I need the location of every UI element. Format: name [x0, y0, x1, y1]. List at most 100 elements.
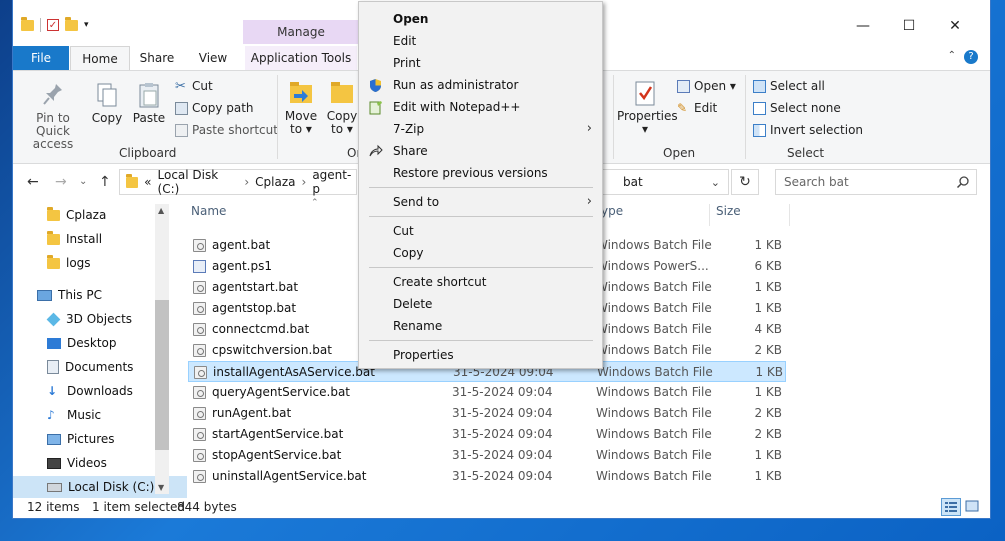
nav-item-3d-objects[interactable]: 3D Objects — [13, 308, 132, 330]
nav-item-cplaza[interactable]: Cplaza — [13, 204, 106, 226]
scroll-down-icon[interactable]: ▼ — [158, 483, 164, 492]
scroll-up-icon[interactable]: ▲ — [158, 206, 164, 215]
navigation-scrollbar[interactable]: ▲ ▼ — [155, 204, 169, 494]
nav-item-install[interactable]: Install — [13, 228, 102, 250]
nav-item-music[interactable]: ♪ Music — [13, 404, 101, 426]
move-to-label1: Move — [284, 109, 318, 123]
menu-item-edit[interactable]: Edit — [359, 30, 602, 52]
menu-properties-label: Properties — [393, 348, 454, 362]
tab-share[interactable]: Share — [133, 46, 181, 70]
nav-item-this-pc[interactable]: This PC — [13, 284, 102, 306]
close-button[interactable]: ✕ — [932, 18, 978, 34]
edit-button[interactable]: ✎ Edit — [677, 101, 717, 115]
breadcrumb-current-folder[interactable]: bat — [623, 175, 643, 189]
pin-to-quick-access-button[interactable]: Pin to Quick access — [19, 81, 87, 151]
customize-toolbar-icon[interactable]: ▾ — [84, 20, 89, 30]
open-icon — [677, 79, 690, 93]
address-dropdown-chevron-icon[interactable]: ⌄ — [711, 176, 720, 189]
invert-selection-button[interactable]: Invert selection — [753, 123, 863, 137]
properties-check-icon[interactable]: ✓ — [47, 19, 59, 31]
help-icon[interactable]: ? — [964, 50, 978, 64]
search-box[interactable]: Search bat — [775, 169, 977, 195]
menu-item-7zip[interactable]: 7-Zip › — [359, 118, 602, 140]
tab-file[interactable]: File — [13, 46, 69, 70]
menu-item-share[interactable]: Share — [359, 140, 602, 162]
nav-item-documents[interactable]: Documents — [13, 356, 133, 378]
computer-icon — [37, 289, 52, 301]
pin-label-line2: access — [32, 137, 74, 151]
column-divider[interactable] — [789, 204, 790, 226]
menu-7zip-label: 7-Zip — [393, 122, 425, 136]
maximize-button[interactable]: ☐ — [886, 18, 932, 34]
breadcrumb-cplaza[interactable]: Cplaza — [255, 175, 295, 189]
nav-item-logs[interactable]: logs — [13, 252, 91, 274]
properties-button[interactable]: Properties ▾ — [617, 79, 678, 136]
new-folder-icon[interactable] — [65, 16, 78, 31]
refresh-button[interactable]: ↻ — [731, 169, 759, 195]
menu-item-edit-with-notepadpp[interactable]: Edit with Notepad++ — [359, 96, 602, 118]
menu-item-rename[interactable]: Rename — [359, 315, 602, 337]
back-arrow-icon[interactable]: ← — [27, 174, 39, 190]
nav-item-downloads[interactable]: ↓ Downloads — [13, 380, 133, 402]
copy-button[interactable]: Copy — [89, 81, 125, 125]
move-to-button[interactable]: Move to ▾ — [283, 79, 319, 136]
breadcrumb-separator-icon: › — [244, 175, 250, 189]
file-row[interactable]: uninstallAgentService.bat 31-5-2024 09:04… — [188, 466, 786, 487]
menu-item-restore-previous-versions[interactable]: Restore previous versions — [359, 162, 602, 184]
batch-file-icon — [193, 386, 206, 399]
menu-item-open[interactable]: Open — [359, 8, 602, 30]
breadcrumb-local-disk[interactable]: Local Disk (C:) — [158, 168, 239, 196]
tab-application-tools[interactable]: Application Tools — [245, 46, 357, 70]
menu-item-copy[interactable]: Copy — [359, 242, 602, 264]
file-row[interactable]: runAgent.bat 31-5-2024 09:04 Windows Batch… — [188, 403, 786, 424]
file-name: connectcmd.bat — [212, 322, 310, 336]
file-row[interactable]: stopAgentService.bat 31-5-2024 09:04 Windo… — [188, 445, 786, 466]
nav-item-pictures[interactable]: Pictures — [13, 428, 115, 450]
details-view-button[interactable] — [941, 498, 961, 516]
file-size: 1 KB — [755, 365, 783, 379]
menu-open-label: Open — [393, 12, 429, 26]
breadcrumb-agent[interactable]: agent-p — [312, 168, 356, 196]
select-all-button[interactable]: Select all — [753, 79, 825, 93]
breadcrumb-overflow[interactable]: « — [144, 175, 151, 189]
tab-view[interactable]: View — [189, 46, 237, 70]
file-row[interactable]: queryAgentService.bat 31-5-2024 09:04 Wind… — [188, 382, 786, 403]
copy-to-button[interactable]: Copy to ▾ — [325, 79, 359, 136]
file-row[interactable]: startAgentService.bat 31-5-2024 09:04 Wind… — [188, 424, 786, 445]
address-bar[interactable]: « Local Disk (C:) › Cplaza › agent-p — [119, 168, 357, 196]
folder-icon — [47, 230, 60, 245]
menu-item-run-as-administrator[interactable]: Run as administrator — [359, 74, 602, 96]
menu-item-properties[interactable]: Properties — [359, 344, 602, 366]
chevron-up-icon[interactable]: ⌃ — [948, 50, 956, 61]
menu-item-delete[interactable]: Delete — [359, 293, 602, 315]
paste-shortcut-icon — [175, 123, 188, 137]
minimize-button[interactable]: — — [840, 18, 886, 34]
address-bar-current[interactable]: bat ⌄ — [603, 169, 729, 195]
cut-button[interactable]: ✂ Cut — [175, 79, 213, 93]
menu-item-cut[interactable]: Cut — [359, 220, 602, 242]
up-arrow-icon[interactable]: ↑ — [99, 174, 111, 190]
paste-shortcut-button[interactable]: Paste shortcut — [175, 123, 278, 137]
column-header-size[interactable]: Size — [716, 204, 741, 218]
open-button[interactable]: Open ▾ — [677, 79, 736, 93]
select-none-button[interactable]: Select none — [753, 101, 841, 115]
menu-separator — [369, 340, 593, 341]
menu-item-create-shortcut[interactable]: Create shortcut — [359, 271, 602, 293]
menu-item-print[interactable]: Print — [359, 52, 602, 74]
column-divider[interactable] — [709, 204, 710, 226]
tab-home[interactable]: Home — [70, 46, 130, 71]
recent-locations-chevron-icon[interactable]: ⌄ — [79, 176, 87, 187]
forward-arrow-icon[interactable]: → — [55, 174, 67, 190]
column-header-name[interactable]: Name — [191, 204, 226, 218]
quick-access-toolbar: ✓ ▾ — [21, 16, 89, 32]
nav-item-desktop[interactable]: Desktop — [13, 332, 117, 354]
menu-share-label: Share — [393, 144, 428, 158]
nav-item-videos[interactable]: Videos — [13, 452, 107, 474]
paste-button[interactable]: Paste — [131, 81, 167, 125]
file-size: 1 KB — [754, 280, 782, 294]
menu-item-send-to[interactable]: Send to › — [359, 191, 602, 213]
copy-path-button[interactable]: Copy path — [175, 101, 254, 115]
scrollbar-thumb[interactable] — [155, 300, 169, 450]
large-icons-view-button[interactable] — [963, 498, 983, 516]
column-header-type[interactable]: ype — [601, 204, 623, 218]
